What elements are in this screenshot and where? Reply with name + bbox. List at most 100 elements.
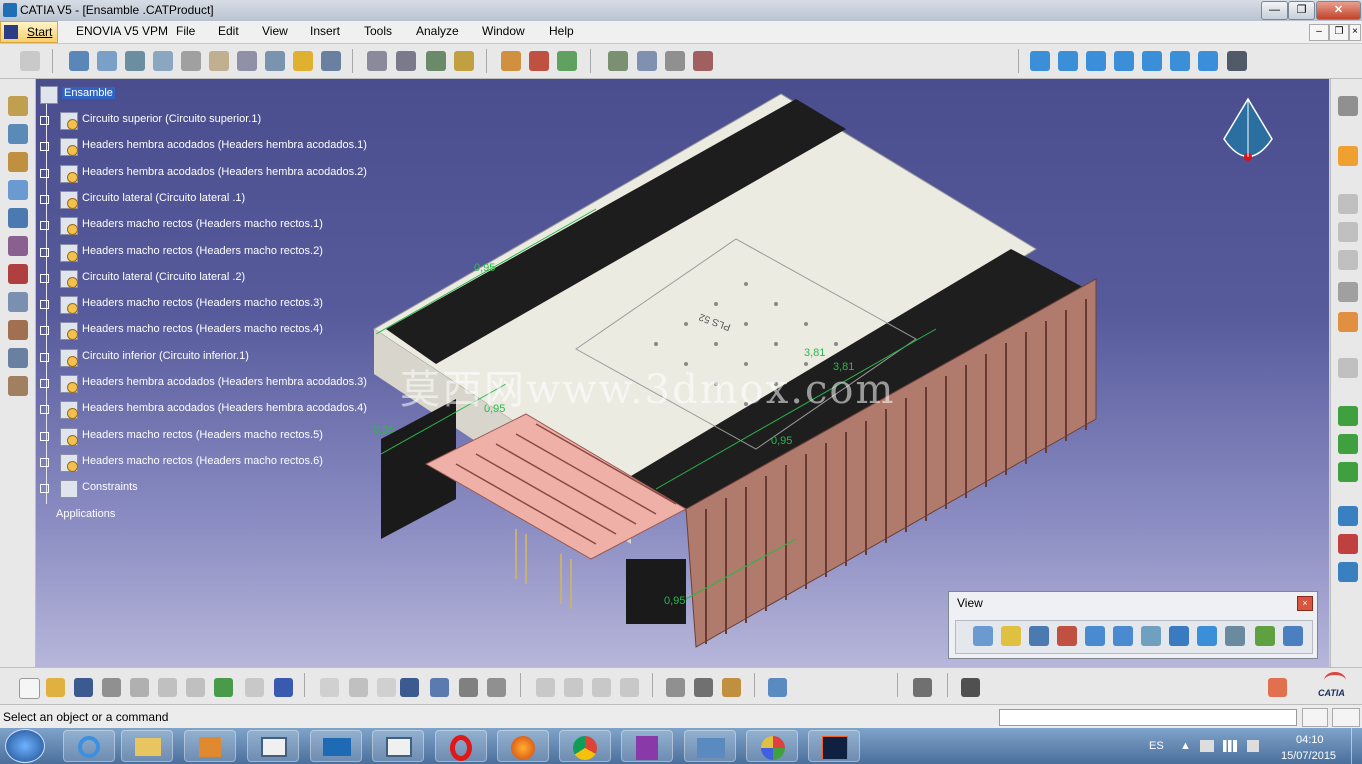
menu-view[interactable]: View <box>262 24 288 38</box>
catalog-browser-icon[interactable] <box>768 678 787 697</box>
stop-manipulate-icon[interactable] <box>454 51 474 71</box>
formula-icon[interactable] <box>1338 506 1358 526</box>
snap-icon[interactable] <box>396 51 416 71</box>
disabled-tool-icon[interactable] <box>564 678 583 697</box>
tree-item-label[interactable]: Headers macho rectos (Headers macho rect… <box>82 455 323 467</box>
expand-icon[interactable] <box>40 326 49 336</box>
sectioning-icon[interactable] <box>529 51 549 71</box>
menu-insert[interactable]: Insert <box>310 24 340 38</box>
copy-icon[interactable] <box>158 678 177 697</box>
edit-parameters-icon[interactable] <box>377 678 396 697</box>
catia-app-icon[interactable] <box>3 3 17 17</box>
new-component-icon[interactable] <box>69 51 89 71</box>
manipulation-icon[interactable] <box>367 51 387 71</box>
angle-constraint-icon[interactable] <box>8 208 28 228</box>
zoom-out-icon[interactable] <box>1113 626 1133 646</box>
grid-icon[interactable] <box>1268 678 1287 697</box>
expand-icon[interactable] <box>40 194 49 204</box>
tree-item-label[interactable]: Headers hembra acodados (Headers hembra … <box>82 402 367 414</box>
lock-icon[interactable] <box>459 678 478 697</box>
menu-file[interactable]: File <box>176 24 195 38</box>
multi-view-icon[interactable] <box>1169 626 1189 646</box>
selective-load-icon[interactable] <box>265 51 285 71</box>
tree-item-label[interactable]: Headers macho rectos (Headers macho rect… <box>82 218 323 230</box>
tree-item-label[interactable]: Headers macho rectos (Headers macho rect… <box>82 429 323 441</box>
design-table-icon[interactable] <box>400 678 419 697</box>
camera-icon[interactable] <box>961 678 980 697</box>
right-view-icon[interactable] <box>1142 51 1162 71</box>
tree-item-label[interactable]: Headers hembra acodados (Headers hembra … <box>82 376 367 388</box>
expand-icon[interactable] <box>40 457 49 467</box>
menu-enovia[interactable]: ENOVIA V5 VPM <box>76 24 168 38</box>
measure-inertia-icon[interactable] <box>694 678 713 697</box>
publication-icon[interactable] <box>1338 406 1358 426</box>
tree-item-label[interactable]: Circuito lateral (Circuito lateral .2) <box>82 271 245 283</box>
minimize-button[interactable]: — <box>1261 1 1288 20</box>
maximize-button[interactable]: ❐ <box>1288 1 1315 20</box>
tree-item-label[interactable]: Headers macho rectos (Headers macho rect… <box>82 245 323 257</box>
explorer-icon[interactable] <box>121 730 173 762</box>
swap-space-icon[interactable] <box>1283 626 1303 646</box>
3d-viewport[interactable]: PLS 52 0,95 3,81 3,81 0,95 0,95 0,95 0,9… <box>36 79 1329 667</box>
expand-icon[interactable] <box>40 168 49 178</box>
volume-icon[interactable] <box>1247 740 1259 752</box>
cut-icon[interactable] <box>130 678 149 697</box>
disabled-tool-icon[interactable] <box>592 678 611 697</box>
fix-component-icon[interactable] <box>8 236 28 256</box>
comment-icon[interactable] <box>349 678 368 697</box>
clash-icon[interactable] <box>501 51 521 71</box>
fix-together-icon[interactable] <box>8 264 28 284</box>
back-view-icon[interactable] <box>1086 51 1106 71</box>
expand-icon[interactable] <box>40 379 49 388</box>
network-icon[interactable] <box>1200 740 1214 752</box>
expand-icon[interactable] <box>40 247 49 257</box>
expand-icon[interactable] <box>40 221 49 231</box>
mdi-restore-button[interactable]: ❐ <box>1329 24 1349 41</box>
show-desktop-button[interactable] <box>1351 728 1362 764</box>
change-constraint-icon[interactable] <box>8 348 28 368</box>
paint-icon[interactable] <box>746 730 798 762</box>
expand-icon[interactable] <box>40 273 49 283</box>
knowledge-icon[interactable] <box>1338 462 1358 482</box>
signal-icon[interactable] <box>1223 740 1237 752</box>
top-view-icon[interactable] <box>1170 51 1190 71</box>
command-input[interactable] <box>999 709 1297 726</box>
expand-icon[interactable] <box>40 484 49 493</box>
tree-applications-label[interactable]: Applications <box>56 508 115 520</box>
contact-constraint-icon[interactable] <box>8 152 28 172</box>
measure-icon[interactable] <box>1338 282 1358 302</box>
rotate-icon[interactable] <box>1057 626 1077 646</box>
update-icon[interactable] <box>20 51 40 71</box>
pan-icon[interactable] <box>1029 626 1049 646</box>
new-part-icon[interactable] <box>125 51 145 71</box>
ie-icon[interactable] <box>63 730 115 762</box>
expand-icon[interactable] <box>40 352 49 362</box>
menu-start[interactable]: Start <box>0 21 58 43</box>
select-icon[interactable] <box>1338 146 1358 166</box>
left-view-icon[interactable] <box>1114 51 1134 71</box>
close-button[interactable]: ✕ <box>1316 1 1361 20</box>
menu-edit[interactable]: Edit <box>218 24 239 38</box>
generate-numbering-icon[interactable] <box>237 51 257 71</box>
menu-help[interactable]: Help <box>549 24 574 38</box>
mdi-close-button[interactable]: × <box>1349 24 1361 41</box>
tray-arrow-icon[interactable]: ▲ <box>1180 740 1191 752</box>
flag-note-icon[interactable] <box>1338 250 1358 270</box>
onenote-icon[interactable] <box>621 730 673 762</box>
tree-constraints-label[interactable]: Constraints <box>82 481 138 493</box>
bill-of-material-icon[interactable] <box>665 51 685 71</box>
annotation-icon[interactable] <box>637 51 657 71</box>
quick-constraint-icon[interactable] <box>8 292 28 312</box>
replace-component-icon[interactable] <box>181 51 201 71</box>
existing-component-icon[interactable] <box>153 51 173 71</box>
normal-view-icon[interactable] <box>1141 626 1161 646</box>
paste-icon[interactable] <box>186 678 205 697</box>
redo-icon[interactable] <box>245 678 264 697</box>
iso-view-icon[interactable] <box>1030 51 1050 71</box>
tree-item-label[interactable]: Headers hembra acodados (Headers hembra … <box>82 166 367 178</box>
tree-root-label[interactable]: Ensamble <box>62 87 115 99</box>
open-icon[interactable] <box>46 678 65 697</box>
expand-icon[interactable] <box>40 405 49 415</box>
product-structure-icon[interactable] <box>8 96 28 116</box>
bottom-view-icon[interactable] <box>1198 51 1218 71</box>
